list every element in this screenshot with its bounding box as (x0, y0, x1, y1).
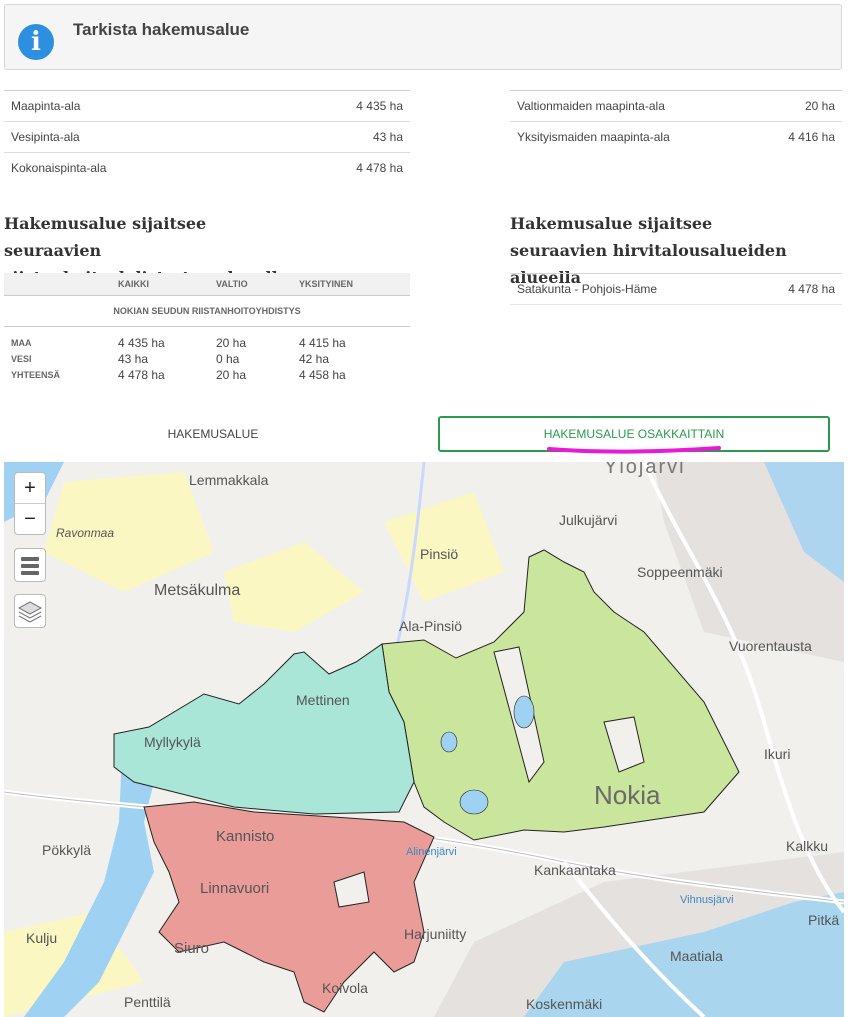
area-value: 43 ha (372, 130, 403, 144)
place-label: Ala-Pinsiö (399, 618, 463, 634)
place-label: Koskenmäki (526, 996, 603, 1012)
area-label: Valtionmaiden maapinta-ala (517, 99, 665, 113)
layers-icon (17, 601, 43, 623)
place-label: Vuorentausta (729, 638, 812, 654)
cell-value: 20 ha (216, 336, 247, 350)
cell-value: 4 435 ha (118, 336, 165, 350)
place-label: Harjuniitty (404, 926, 467, 942)
rhy-name: NOKIAN SEUDUN RIISTANHOITOYHDISTYS (4, 296, 410, 327)
zoom-in-button[interactable]: + (15, 473, 45, 503)
area-value: 4 416 ha (788, 130, 835, 144)
rhy-table-header: KAIKKI VALTIO YKSITYINEN (4, 273, 410, 296)
area-label: Vesipinta-ala (11, 130, 80, 144)
hirvi-row: Satakunta - Pohjois-Häme 4 478 ha (510, 273, 842, 305)
info-banner: i Tarkista hakemusalue (4, 4, 842, 70)
col-kaikki: KAIKKI (118, 279, 149, 289)
cell-value: 4 458 ha (299, 368, 346, 382)
area-label: Satakunta - Pohjois-Häme (517, 282, 658, 296)
place-label: Alinenjärvi (406, 846, 457, 858)
place-label: Siuro (174, 940, 210, 957)
cell-value: 42 ha (299, 352, 330, 366)
row-label: YHTEENSÄ (11, 370, 61, 380)
place-label: Mettinen (296, 692, 350, 708)
cell-value: 0 ha (216, 352, 240, 366)
place-label: Metsäkulma (154, 582, 241, 599)
area-row-land: Maapinta-ala 4 435 ha (4, 91, 410, 122)
place-label: Vihnusjärvi (680, 894, 734, 906)
area-row-state: Valtionmaiden maapinta-ala 20 ha (510, 91, 842, 122)
place-label: Kulju (26, 930, 58, 946)
row-label: MAA (11, 338, 32, 348)
area-value: 4 478 ha (788, 282, 835, 296)
area-label: Yksityismaiden maapinta-ala (517, 130, 670, 144)
cell-value: 43 ha (118, 352, 149, 366)
row-label: VESI (11, 354, 32, 364)
area-label: Maapinta-ala (11, 99, 81, 113)
area-value: 20 ha (804, 99, 835, 113)
list-icon (21, 557, 39, 575)
area-row-total: Kokonaispinta-ala 4 478 ha (4, 153, 410, 183)
area-row-private: Yksityismaiden maapinta-ala 4 416 ha (510, 122, 842, 152)
legend-button[interactable] (14, 548, 46, 582)
place-label: Pinsiö (420, 546, 459, 562)
area-value: 4 478 ha (356, 161, 403, 175)
col-yksityinen: YKSITYINEN (299, 279, 354, 289)
place-label: Ravonmaa (56, 526, 115, 540)
ownership-area-table: Valtionmaiden maapinta-ala 20 ha Yksityi… (510, 90, 842, 152)
col-valtio: VALTIO (216, 279, 248, 289)
land-area-table: Maapinta-ala 4 435 ha Vesipinta-ala 43 h… (4, 90, 410, 183)
zoom-out-button[interactable]: − (15, 503, 45, 534)
place-label: Ylöjärvi (604, 462, 686, 478)
cell-value: 4 478 ha (118, 368, 165, 382)
place-label: Pitkä (808, 912, 840, 928)
zoom-control: + − (14, 472, 46, 535)
cell-value: 4 415 ha (299, 336, 346, 350)
place-label: Linnavuori (200, 880, 270, 897)
place-label: Soppeenmäki (637, 564, 723, 580)
place-label: Kalkku (786, 838, 829, 854)
place-label: Kannisto (216, 828, 275, 845)
place-label: Pökkylä (42, 842, 92, 858)
area-label: Kokonaispinta-ala (11, 161, 107, 175)
place-label: Julkujärvi (559, 512, 618, 528)
place-label: Lemmakkala (189, 472, 269, 488)
page-title: Tarkista hakemusalue (73, 20, 250, 39)
cell-value: 20 ha (216, 368, 247, 382)
area-value: 4 435 ha (356, 99, 403, 113)
info-icon: i (18, 24, 54, 60)
area-row-water: Vesipinta-ala 43 ha (4, 122, 410, 153)
place-label: Kankaantaka (534, 862, 616, 878)
place-label: Myllykylä (144, 734, 201, 750)
rhy-data-rows: MAA 4 435 ha 20 ha 4 415 ha VESI 43 ha 0… (4, 327, 410, 387)
layers-button[interactable] (14, 594, 46, 628)
place-label: Penttilä (124, 994, 171, 1010)
place-label: Koivola (322, 980, 368, 996)
rhy-table: KAIKKI VALTIO YKSITYINEN NOKIAN SEUDUN R… (4, 273, 410, 387)
map-view[interactable]: Ylöjärvi Lemmakkala Ravonmaa Julkujärvi … (4, 462, 844, 1017)
place-label: Ikuri (764, 746, 791, 762)
highlight-underline-annotation (547, 446, 721, 454)
place-label: Maatiala (670, 948, 723, 964)
place-label: Nokia (594, 780, 661, 810)
